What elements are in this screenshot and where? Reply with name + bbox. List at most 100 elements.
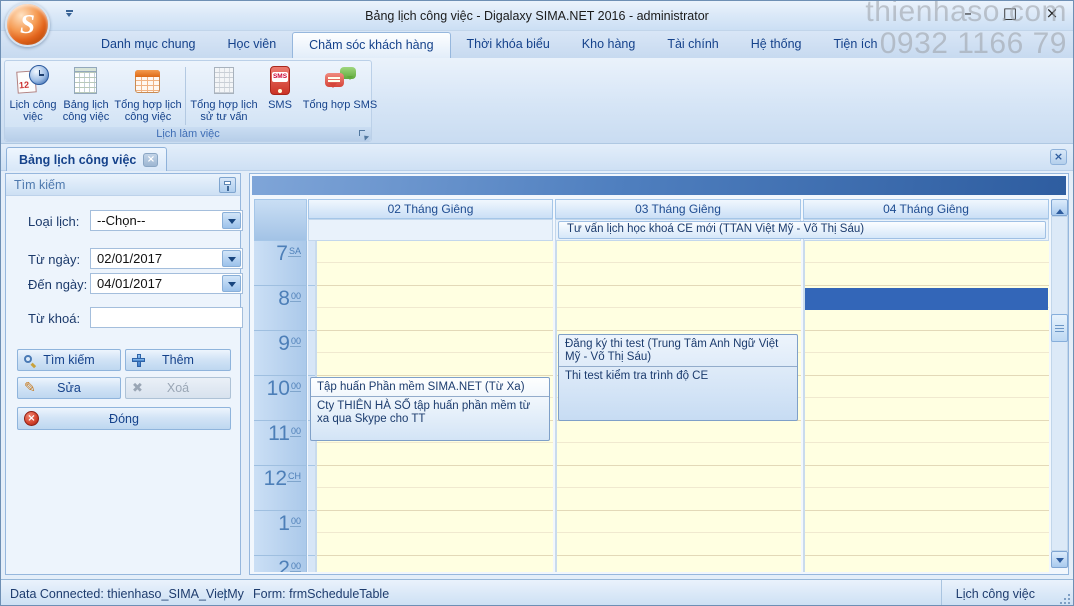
sms-button[interactable]: SMS SMS	[260, 63, 300, 111]
event-title: Tập huấn Phần mềm SIMA.NET (Từ Xa)	[311, 378, 549, 397]
ribbon-body: 12 Lịch công việc Bảng lịch công việc Tổ…	[1, 58, 1073, 144]
ribbon-tab-cham-soc-khach-hang[interactable]: Chăm sóc khách hàng	[292, 32, 450, 58]
hour-label: 200	[254, 556, 306, 572]
loai-lich-select[interactable]: --Chọn--	[90, 210, 243, 231]
ribbon-tab-tai-chinh[interactable]: Tài chính	[651, 31, 734, 58]
tu-ngay-label: Từ ngày:	[28, 252, 80, 267]
status-bar: Data Connected: thienhaso_SIMA_VietMy | …	[1, 579, 1073, 606]
resize-grip[interactable]	[1058, 592, 1070, 604]
scheduler-caption-bar	[252, 176, 1066, 195]
document-tab-close-icon[interactable]: ×	[143, 153, 158, 167]
event-body: Cty THIÊN HÀ SỐ tập huấn phần mềm từ xa …	[311, 397, 549, 426]
tu-khoa-label: Từ khoá:	[28, 311, 80, 326]
time-gutter: 7SA 800 900 1000 1100 12CH 100 200	[254, 241, 307, 572]
button-label: Bảng lịch công việc	[59, 99, 113, 123]
loai-lich-value: --Chọn--	[97, 213, 145, 228]
scheduler: 02 Tháng Giêng 03 Tháng Giêng 04 Tháng G…	[249, 173, 1069, 575]
dialog-launcher-icon[interactable]	[359, 130, 368, 139]
loai-lich-label: Loại lịch:	[28, 214, 79, 229]
title-bar: Bảng lịch công việc - Digalaxy SIMA.NET …	[1, 1, 1073, 31]
event-tap-huan[interactable]: Tập huấn Phần mềm SIMA.NET (Từ Xa) Cty T…	[310, 377, 550, 441]
allday-event[interactable]: Tư vấn lịch học khoá CE mới (TTAN Việt M…	[558, 221, 1046, 239]
hour-label: 100	[254, 511, 306, 556]
connection-status: Data Connected: thienhaso_SIMA_VietMy	[10, 587, 244, 601]
tu-ngay-datepicker[interactable]: 02/01/2017	[90, 248, 243, 269]
document-tab-label: Bảng lịch công việc	[19, 153, 136, 167]
ribbon-tab-he-thong[interactable]: Hệ thống	[735, 31, 818, 58]
lich-cong-viec-button[interactable]: 12 Lịch công việc	[7, 63, 59, 123]
ribbon-tab-danh-muc-chung[interactable]: Danh mục chung	[85, 31, 212, 58]
close-button[interactable]: ×	[1043, 5, 1061, 23]
button-label: Thêm	[162, 353, 194, 367]
time-grid: 7SA 800 900 1000 1100 12CH 100 200 Tập h…	[254, 241, 1049, 572]
tong-hop-lich-cong-viec-button[interactable]: Tổng hợp lịch công việc	[113, 63, 183, 123]
den-ngay-datepicker[interactable]: 04/01/2017	[90, 273, 243, 294]
sua-button[interactable]: ✎ Sửa	[17, 377, 121, 399]
x-icon: ✖	[132, 381, 143, 396]
orange-calendar-icon	[131, 65, 165, 97]
search-panel-title: Tìm kiếm	[14, 178, 65, 192]
event-title: Đăng ký thi test (Trung Tâm Anh Ngữ Việt…	[559, 335, 797, 367]
button-label: Đóng	[109, 412, 139, 426]
button-label: Lịch công việc	[7, 99, 59, 123]
ribbon-tab-hoc-vien[interactable]: Học viên	[212, 31, 293, 58]
button-label: Xoá	[167, 381, 189, 395]
hour-label: 1100	[254, 421, 306, 466]
ribbon-separator	[185, 67, 186, 125]
search-panel-header: Tìm kiếm	[6, 174, 240, 196]
vertical-scrollbar-track[interactable]	[1051, 216, 1068, 551]
ribbon-button-row: 12 Lịch công việc Bảng lịch công việc Tổ…	[7, 63, 380, 127]
search-panel: Tìm kiếm Loại lịch: --Chọn-- Từ ngày: 02…	[5, 173, 241, 575]
event-dang-ky-thi-test[interactable]: Đăng ký thi test (Trung Tâm Anh Ngữ Việt…	[558, 334, 798, 421]
plus-icon	[132, 354, 145, 367]
button-label: Sửa	[57, 381, 81, 395]
form-name: Form: frmScheduleTable	[253, 587, 389, 601]
search-icon	[24, 355, 35, 366]
hour-label: 900	[254, 331, 306, 376]
app-window: Bảng lịch công việc - Digalaxy SIMA.NET …	[0, 0, 1074, 606]
day-header-02[interactable]: 02 Tháng Giêng	[308, 199, 553, 219]
app-menu-button[interactable]: S	[5, 2, 50, 47]
pencil-icon: ✎	[24, 380, 36, 396]
event-body: Thi test kiểm tra trình độ CE	[559, 367, 797, 383]
xoa-button: ✖ Xoá	[125, 377, 231, 399]
tim-kiem-button[interactable]: Tìm kiếm	[17, 349, 121, 371]
tab-strip-close-button[interactable]: ×	[1050, 149, 1067, 165]
maximize-button[interactable]: □	[1001, 5, 1019, 23]
calendar-clock-icon: 12	[16, 65, 50, 97]
chevron-down-icon[interactable]	[222, 212, 241, 229]
ribbon-tab-thoi-khoa-bieu[interactable]: Thời khóa biểu	[451, 31, 566, 58]
scroll-down-icon[interactable]	[1051, 551, 1068, 568]
chat-bubbles-icon	[323, 65, 357, 97]
scroll-up-icon[interactable]	[1051, 199, 1068, 216]
scrollbar-thumb[interactable]	[1051, 314, 1068, 342]
bang-lich-cong-viec-button[interactable]: Bảng lịch công việc	[59, 63, 113, 123]
ribbon-tab-kho-hang[interactable]: Kho hàng	[566, 31, 652, 58]
them-button[interactable]: Thêm	[125, 349, 231, 371]
hour-label: 7SA	[254, 241, 306, 286]
allday-cell[interactable]	[308, 219, 553, 241]
dong-button[interactable]: × Đóng	[17, 407, 231, 430]
tong-hop-sms-button[interactable]: Tổng hợp SMS	[300, 63, 380, 111]
den-ngay-label: Đến ngày:	[28, 277, 87, 292]
tong-hop-lich-su-tu-van-button[interactable]: Tổng hợp lịch sử tư vấn	[188, 63, 260, 123]
hour-label: 800	[254, 286, 306, 331]
ribbon-tab-tien-ich[interactable]: Tiện ích	[817, 31, 893, 58]
chevron-down-icon[interactable]	[222, 250, 241, 267]
document-tab-bang-lich-cong-viec[interactable]: Bảng lịch công việc ×	[6, 147, 167, 171]
sms-phone-icon: SMS	[263, 65, 297, 97]
button-label: Tổng hợp lịch sử tư vấn	[188, 99, 260, 123]
selected-time-slot[interactable]	[805, 288, 1048, 310]
pin-icon[interactable]	[219, 177, 236, 193]
quick-access-dropdown-icon[interactable]	[63, 10, 75, 20]
ribbon-group-lich-lam-viec: 12 Lịch công việc Bảng lịch công việc Tổ…	[4, 60, 372, 142]
button-label: Tìm kiếm	[43, 353, 94, 367]
minimize-button[interactable]: –	[959, 5, 977, 23]
day-header-03[interactable]: 03 Tháng Giêng	[555, 199, 801, 219]
chevron-down-icon[interactable]	[222, 275, 241, 292]
day-header-04[interactable]: 04 Tháng Giêng	[803, 199, 1049, 219]
tu-khoa-input[interactable]	[90, 307, 243, 328]
button-label: Tổng hợp SMS	[303, 99, 377, 111]
tu-ngay-value: 02/01/2017	[97, 251, 162, 266]
time-gutter-header	[254, 199, 307, 241]
